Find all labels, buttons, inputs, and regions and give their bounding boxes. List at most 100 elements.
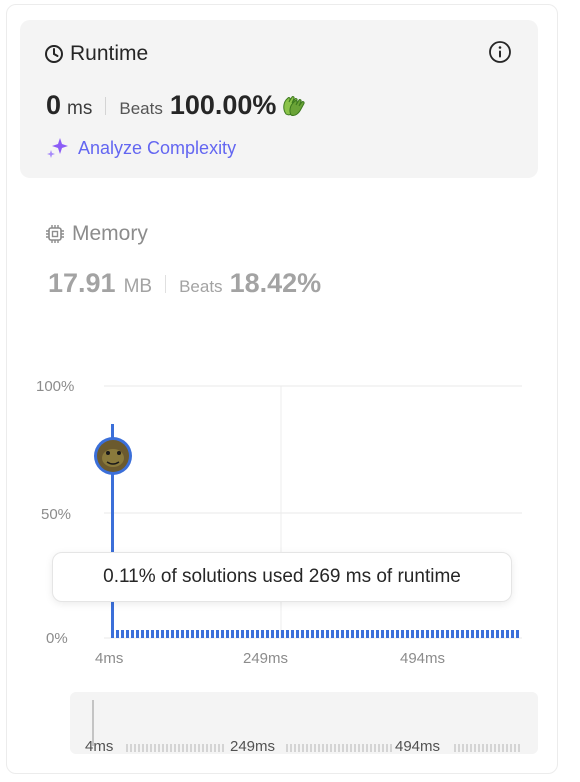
mini-bar	[186, 744, 188, 752]
mini-bar	[382, 744, 384, 752]
mini-bar	[166, 744, 168, 752]
x-tick-label: 249ms	[243, 650, 289, 667]
mini-bar	[210, 744, 212, 752]
mini-bar	[334, 744, 336, 752]
mini-bar	[326, 744, 328, 752]
mini-bar	[362, 744, 364, 752]
memory-value: 17.91	[48, 268, 116, 298]
mini-bar	[182, 744, 184, 752]
analyze-complexity-button[interactable]: Analyze Complexity	[46, 136, 236, 160]
mini-bar	[302, 744, 304, 752]
memory-title: Memory	[72, 222, 148, 245]
mini-bar	[150, 744, 152, 752]
mini-bar	[174, 744, 176, 752]
mini-bar	[322, 744, 324, 752]
divider	[165, 274, 167, 293]
mini-bar	[306, 744, 308, 752]
mini-bar	[514, 744, 516, 752]
mini-bar	[170, 744, 172, 752]
mini-bar	[502, 744, 504, 752]
analyze-complexity-label: Analyze Complexity	[78, 137, 237, 158]
mini-bar	[142, 744, 144, 752]
mini-bar	[130, 744, 132, 752]
mini-bar	[222, 744, 224, 752]
runtime-card[interactable]: Runtime 0 ms Beats 100.00% Analyze Compl…	[20, 20, 538, 178]
mini-bar	[138, 744, 140, 752]
mini-bar	[470, 744, 472, 752]
divider	[105, 96, 107, 115]
y-tick-label: 0%	[46, 630, 68, 647]
mini-bar	[474, 744, 476, 752]
mini-bar	[310, 744, 312, 752]
mini-bar	[146, 744, 148, 752]
mini-bar	[506, 744, 508, 752]
memory-stats: 17.91 MB Beats 18.42%	[48, 268, 321, 299]
range-tick-label: 249ms	[230, 738, 276, 755]
mini-bar	[206, 744, 208, 752]
mini-bar	[330, 744, 332, 752]
mini-bar	[286, 744, 288, 752]
mini-bar	[318, 744, 320, 752]
mini-bar	[486, 744, 488, 752]
mini-bar	[342, 744, 344, 752]
mini-bar	[190, 744, 192, 752]
mini-bar	[154, 744, 156, 752]
mini-bar	[218, 744, 220, 752]
range-mini-bars	[126, 744, 520, 752]
range-tick-label: 494ms	[395, 738, 441, 755]
range-selector[interactable]: 4ms 249ms 494ms	[70, 692, 538, 755]
mini-bar	[194, 744, 196, 752]
mini-bar	[366, 744, 368, 752]
y-tick-label: 50%	[41, 506, 72, 523]
memory-unit: MB	[123, 276, 153, 297]
runtime-stats: 0 ms Beats 100.00%	[46, 90, 307, 121]
runtime-beats-value: 100.00%	[169, 90, 277, 120]
runtime-beats-label: Beats	[119, 99, 163, 118]
mini-bar	[462, 744, 464, 752]
mini-bar	[294, 744, 296, 752]
mini-bar	[458, 744, 460, 752]
mini-bar	[466, 744, 468, 752]
mini-bar	[346, 744, 348, 752]
mini-bar	[478, 744, 480, 752]
info-icon[interactable]	[488, 40, 512, 64]
mini-bar	[490, 744, 492, 752]
mini-bar	[386, 744, 388, 752]
mini-bar	[290, 744, 292, 752]
mini-bar	[158, 744, 160, 752]
mini-bar	[214, 744, 216, 752]
runtime-unit: ms	[67, 98, 93, 119]
mini-bar	[482, 744, 484, 752]
mini-bar	[518, 744, 520, 752]
range-tick-label: 4ms	[85, 738, 114, 755]
clapping-hands-icon	[283, 95, 306, 116]
x-tick-label: 494ms	[400, 650, 446, 667]
mini-bar	[498, 744, 500, 752]
mini-bar	[178, 744, 180, 752]
mini-bar	[338, 744, 340, 752]
x-tick-label: 4ms	[95, 650, 124, 667]
mini-bar	[350, 744, 352, 752]
mini-bar	[370, 744, 372, 752]
mini-bar	[374, 744, 376, 752]
mini-bar	[134, 744, 136, 752]
mini-bar	[198, 744, 200, 752]
memory-beats-value: 18.42%	[229, 268, 322, 298]
mini-bar	[314, 744, 316, 752]
mini-bar	[378, 744, 380, 752]
mini-bar	[494, 744, 496, 752]
mini-bar	[162, 744, 164, 752]
mini-bar	[202, 744, 204, 752]
mini-bar	[390, 744, 392, 752]
y-tick-label: 100%	[36, 378, 75, 395]
chart-tooltip: 0.11% of solutions used 269 ms of runtim…	[52, 552, 512, 602]
mini-bar	[354, 744, 356, 752]
runtime-title: Runtime	[70, 42, 149, 65]
mini-bar	[126, 744, 128, 752]
runtime-header: Runtime	[44, 42, 148, 66]
memory-beats-label: Beats	[179, 277, 223, 296]
mini-bar	[298, 744, 300, 752]
mini-bar	[454, 744, 456, 752]
mini-bar	[510, 744, 512, 752]
memory-header[interactable]: Memory	[44, 222, 148, 246]
